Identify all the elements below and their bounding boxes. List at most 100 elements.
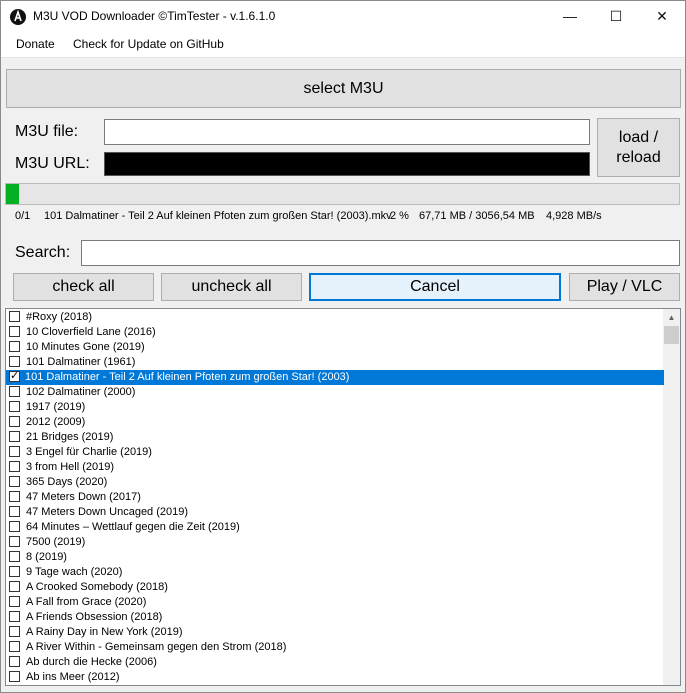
checkbox[interactable] <box>9 356 20 367</box>
checkbox[interactable] <box>9 506 20 517</box>
window-title: M3U VOD Downloader ©TimTester - v.1.6.1.… <box>33 9 276 23</box>
search-input[interactable] <box>81 240 680 266</box>
checkmark-icon: ✓ <box>10 370 20 382</box>
select-m3u-button[interactable]: select M3U <box>6 69 681 108</box>
list-item-label: 7500 (2019) <box>26 536 86 548</box>
list-item-label: 1917 (2019) <box>26 401 86 413</box>
list-item[interactable]: 10 Cloverfield Lane (2016) <box>6 325 664 340</box>
checkbox[interactable] <box>9 476 20 487</box>
search-label: Search: <box>15 244 71 261</box>
checkbox[interactable] <box>9 311 20 322</box>
list-item[interactable]: Ab durch die Hecke (2006) <box>6 655 664 670</box>
list-item[interactable]: Ab ins Meer (2012) <box>6 670 664 685</box>
download-progress-bar <box>5 183 680 205</box>
cancel-button[interactable]: Cancel <box>309 273 561 301</box>
list-item-label: 9 Tage wach (2020) <box>26 566 123 578</box>
checkbox[interactable] <box>9 656 20 667</box>
checkbox[interactable] <box>9 521 20 532</box>
list-item-label: 47 Meters Down Uncaged (2019) <box>26 506 189 518</box>
list-item[interactable]: 47 Meters Down (2017) <box>6 490 664 505</box>
checkbox[interactable] <box>9 431 20 442</box>
menu-check-update[interactable]: Check for Update on GitHub <box>73 37 224 51</box>
list-item[interactable]: 1917 (2019) <box>6 400 664 415</box>
play-vlc-button[interactable]: Play / VLC <box>569 273 680 301</box>
checkbox[interactable] <box>9 341 20 352</box>
m3u-url-label: M3U URL: <box>15 155 90 172</box>
list-item-label: 47 Meters Down (2017) <box>26 491 141 503</box>
list-item[interactable]: 21 Bridges (2019) <box>6 430 664 445</box>
checkbox[interactable] <box>9 566 20 577</box>
list-item-label: 101 Dalmatiner (1961) <box>26 356 136 368</box>
minimize-icon: — <box>563 8 577 24</box>
list-item[interactable]: 3 from Hell (2019) <box>6 460 664 475</box>
list-item[interactable]: 47 Meters Down Uncaged (2019) <box>6 505 664 520</box>
vod-checked-list[interactable]: ▲ #Roxy (2018) 10 Cloverfield Lane (2016)… <box>5 308 681 686</box>
list-item-label: A Crooked Somebody (2018) <box>26 581 168 593</box>
checkbox[interactable]: ✓ <box>9 370 20 382</box>
m3u-file-label: M3U file: <box>15 123 79 140</box>
checkbox[interactable] <box>9 491 20 502</box>
checkbox[interactable] <box>9 401 20 412</box>
status-speed: 4,928 MB/s <box>546 210 602 222</box>
list-item[interactable]: A Rainy Day in New York (2019) <box>6 625 664 640</box>
m3u-file-input[interactable] <box>104 119 590 145</box>
status-filename: 101 Dalmatiner - Teil 2 Auf kleinen Pfot… <box>44 210 392 222</box>
checkbox[interactable] <box>9 671 20 682</box>
list-item-label: A Fall from Grace (2020) <box>26 596 147 608</box>
maximize-button[interactable]: ☐ <box>593 1 639 31</box>
checkbox[interactable] <box>9 446 20 457</box>
checkbox[interactable] <box>9 641 20 652</box>
list-item[interactable]: #Roxy (2018) <box>6 310 664 325</box>
checkbox[interactable] <box>9 326 20 337</box>
title-bar[interactable]: M3U VOD Downloader ©TimTester - v.1.6.1.… <box>1 1 685 31</box>
close-icon: ✕ <box>656 8 668 24</box>
list-item[interactable]: 365 Days (2020) <box>6 475 664 490</box>
list-item-label: 101 Dalmatiner - Teil 2 Auf kleinen Pfot… <box>25 371 350 383</box>
checkbox[interactable] <box>9 626 20 637</box>
m3u-url-input[interactable] <box>104 152 590 176</box>
checkbox[interactable] <box>9 386 20 397</box>
list-item[interactable]: A Friends Obsession (2018) <box>6 610 664 625</box>
list-item[interactable]: 10 Minutes Gone (2019) <box>6 340 664 355</box>
list-item-label: 21 Bridges (2019) <box>26 431 114 443</box>
list-item[interactable]: A Crooked Somebody (2018) <box>6 580 664 595</box>
checkbox[interactable] <box>9 551 20 562</box>
list-item[interactable]: A River Within - Gemeinsam gegen den Str… <box>6 640 664 655</box>
checkbox[interactable] <box>9 581 20 592</box>
menu-bar: Donate Check for Update on GitHub <box>1 31 685 58</box>
list-item-label: 3 Engel für Charlie (2019) <box>26 446 152 458</box>
list-item[interactable]: A Fall from Grace (2020) <box>6 595 664 610</box>
checkbox[interactable] <box>9 461 20 472</box>
load-reload-label-line2: reload <box>616 149 661 166</box>
list-item[interactable]: ✓ 101 Dalmatiner - Teil 2 Auf kleinen Pfo… <box>6 370 664 385</box>
checkbox[interactable] <box>9 611 20 622</box>
list-item-label: 365 Days (2020) <box>26 476 108 488</box>
vertical-scrollbar[interactable]: ▲ <box>663 309 680 685</box>
progress-fill <box>6 184 20 204</box>
checkbox[interactable] <box>9 536 20 547</box>
load-reload-button[interactable]: load / reload <box>597 118 680 177</box>
check-all-button[interactable]: check all <box>13 273 154 301</box>
list-item-label: A Friends Obsession (2018) <box>26 611 163 623</box>
list-item[interactable]: 2012 (2009) <box>6 415 664 430</box>
list-item[interactable]: 7500 (2019) <box>6 535 664 550</box>
checkbox[interactable] <box>9 416 20 427</box>
uncheck-all-button[interactable]: uncheck all <box>161 273 302 301</box>
menu-donate[interactable]: Donate <box>16 37 55 51</box>
scroll-up-arrow-icon[interactable]: ▲ <box>663 309 680 326</box>
list-item[interactable]: 3 Engel für Charlie (2019) <box>6 445 664 460</box>
list-item-label: #Roxy (2018) <box>26 311 93 323</box>
maximize-icon: ☐ <box>609 8 623 24</box>
list-item[interactable]: 8 (2019) <box>6 550 664 565</box>
list-item[interactable]: 9 Tage wach (2020) <box>6 565 664 580</box>
scrollbar-thumb[interactable] <box>664 326 679 344</box>
minimize-button[interactable]: — <box>547 1 593 31</box>
list-item-label: Ab ins Meer (2012) <box>26 671 120 683</box>
checkbox[interactable] <box>9 596 20 607</box>
list-item-label: 2012 (2009) <box>26 416 86 428</box>
list-item[interactable]: 101 Dalmatiner (1961) <box>6 355 664 370</box>
close-button[interactable]: ✕ <box>639 1 685 31</box>
list-item[interactable]: 102 Dalmatiner (2000) <box>6 385 664 400</box>
list-item[interactable]: 64 Minutes – Wettlauf gegen die Zeit (20… <box>6 520 664 535</box>
load-reload-label-line1: load / <box>618 129 659 146</box>
